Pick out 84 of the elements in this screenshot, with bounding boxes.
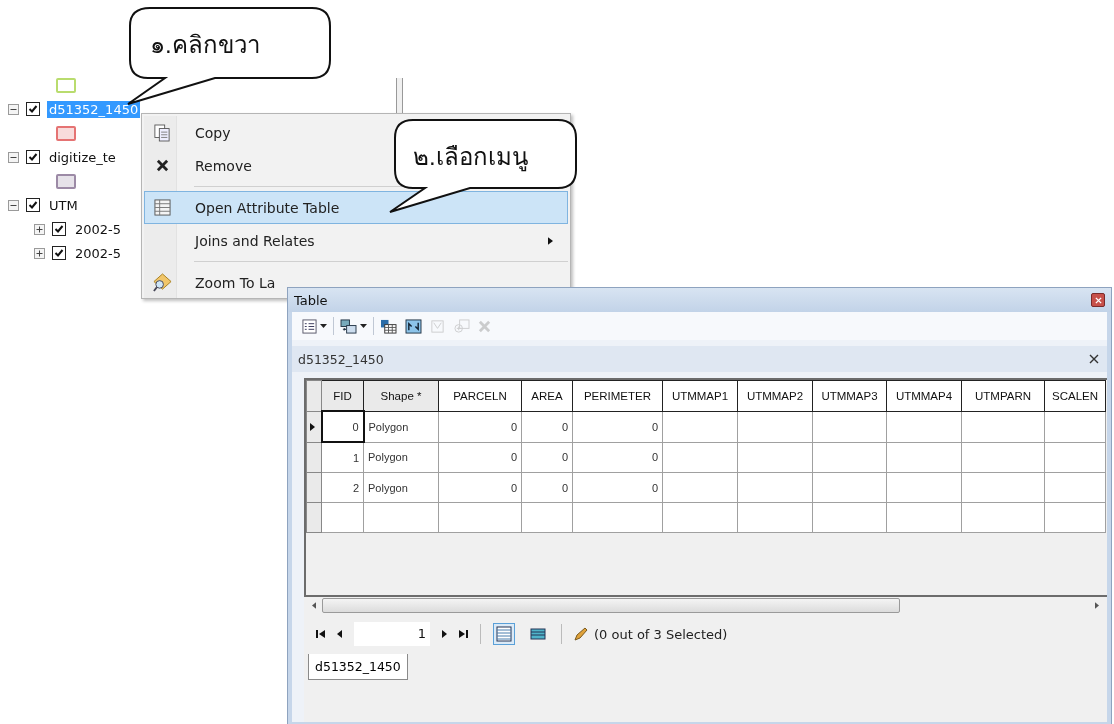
clear-selection-icon [430,318,445,334]
column-header[interactable]: UTMMAP2 [737,380,813,411]
copy-icon [154,123,170,142]
submenu-arrow-icon [548,236,553,245]
layer-checkbox[interactable] [52,222,66,236]
zoom-selected-icon [453,318,470,334]
expand-icon[interactable] [34,223,45,235]
column-header[interactable]: PERIMETER [572,380,663,411]
close-icon [1094,296,1102,304]
table-cell: 0 [438,472,522,503]
table-cell: 0 [521,472,573,503]
current-row-icon [310,422,315,431]
pencil-icon [574,627,588,641]
close-button[interactable] [1087,352,1101,366]
table-rows-icon [530,628,546,640]
table-cell: 0 [572,411,663,442]
menu-item[interactable]: Joins and Relates [144,224,568,257]
layer-checkbox[interactable] [26,102,40,116]
scroll-right-icon[interactable] [1095,602,1099,609]
column-header[interactable]: UTMMAP1 [662,380,738,411]
table-tab[interactable]: d51352_1450 [308,654,408,680]
layer-name[interactable]: 2002-5 [73,244,124,262]
show-all-records-button[interactable] [493,623,515,645]
column-header[interactable]: Shape * [363,380,439,411]
table-cell: 0 [438,442,522,473]
layer-name[interactable]: 2002-5 [73,220,124,238]
collapse-icon[interactable] [8,103,19,115]
splitter-handle[interactable] [396,78,403,116]
column-header[interactable]: UTMMAP4 [886,380,962,411]
layer-checkbox[interactable] [52,246,66,260]
close-icon [1089,354,1099,364]
table-cell: 0 [521,411,573,442]
record-field[interactable]: 1 [354,622,430,646]
table-icon [153,199,171,216]
table-cell: 0 [438,411,522,442]
toolbar-button[interactable] [403,316,424,336]
caret-icon [360,324,367,328]
column-header[interactable]: UTMMAP3 [812,380,887,411]
switch-selection-icon [405,318,422,334]
layer-name[interactable]: digitize_te [47,148,118,166]
table-select-icon [380,318,397,334]
column-header[interactable]: SCALEN [1044,380,1106,411]
toolbar-button[interactable] [338,316,369,336]
table-cell: 0 [521,442,573,473]
collapse-icon[interactable] [8,199,19,211]
table-cell [1044,442,1106,473]
horizontal-scrollbar[interactable] [304,597,1107,614]
scroll-left-icon[interactable] [312,602,316,609]
delete-icon [478,319,491,333]
close-icon [155,159,169,172]
next-record-icon[interactable] [442,630,447,638]
last-record-icon[interactable] [459,630,468,638]
expand-icon[interactable] [34,247,45,259]
table-rows-icon [496,626,512,642]
table-tab-title: d51352_1450 [298,351,384,367]
related-tables-icon [340,318,357,334]
table-cell: 0 [572,472,663,503]
close-button[interactable] [1091,293,1105,307]
collapse-icon[interactable] [8,151,19,163]
table-cell: Polygon [363,411,439,442]
layer-checkbox[interactable] [26,198,40,212]
row-selector[interactable] [306,411,322,442]
layer-checkbox[interactable] [26,150,40,164]
toolbar-button[interactable] [300,316,329,336]
zoom-layer-icon [152,273,172,292]
column-header[interactable]: UTMPARN [961,380,1045,411]
table-cell: 0 [321,411,364,442]
table-cell: 0 [572,442,663,473]
menu-item[interactable]: Open Attribute Table [144,191,568,224]
show-selected-records-button[interactable] [527,625,549,643]
previous-record-icon[interactable] [337,630,342,638]
table-cell: Polygon [363,472,439,503]
callout-text: ๑.คลิกขวา [150,30,260,60]
column-header[interactable]: AREA [521,380,573,411]
layer-name[interactable]: UTM [47,196,80,214]
table-cell: Polygon [363,442,439,473]
window-title: Table [294,292,328,308]
first-record-icon[interactable] [316,630,325,638]
table-cell [1044,411,1106,442]
caret-icon [320,324,327,328]
list-icon [302,318,317,334]
selection-status: (0 out of 3 Selected) [594,626,728,642]
callout-text: ๒.เลือกเมนู [413,142,528,174]
column-header[interactable]: PARCELN [438,380,522,411]
